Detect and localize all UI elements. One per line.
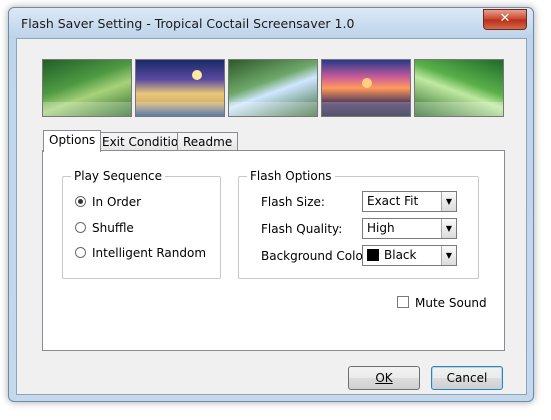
cancel-button[interactable]: Cancel xyxy=(431,366,503,390)
ok-button-label: OK xyxy=(375,371,393,385)
mute-sound-checkbox[interactable]: Mute Sound xyxy=(397,296,487,310)
background-color-select[interactable]: Black ▼ xyxy=(362,245,457,266)
background-color-value-wrap: Black xyxy=(367,248,416,262)
tab-options[interactable]: Options xyxy=(43,130,102,152)
radio-intelligent-random[interactable]: Intelligent Random xyxy=(75,246,206,260)
flash-options-label: Flash Options xyxy=(247,169,335,183)
cancel-button-label: Cancel xyxy=(446,371,488,385)
flash-quality-label: Flash Quality: xyxy=(261,222,343,236)
options-panel: Play Sequence In Order Shuffle Intellige… xyxy=(42,150,505,351)
dialog-window: Flash Saver Setting - Tropical Coctail S… xyxy=(8,7,534,402)
screenshot-banner xyxy=(42,59,504,117)
thumbnail-jungle-waterfall-2 xyxy=(228,59,318,117)
thumbnail-sunset-coast xyxy=(321,59,411,117)
ok-button[interactable]: OK xyxy=(348,366,420,390)
radio-icon[interactable] xyxy=(75,222,86,233)
chevron-down-icon[interactable]: ▼ xyxy=(441,219,456,238)
flash-options-group: Flash Options Flash Size: Exact Fit ▼ Fl… xyxy=(238,169,479,279)
radio-in-order[interactable]: In Order xyxy=(75,195,141,209)
thumbnail-jungle-waterfall xyxy=(42,59,132,117)
radio-selected-icon[interactable] xyxy=(75,196,86,207)
radio-label: Shuffle xyxy=(92,221,134,235)
radio-label: In Order xyxy=(92,195,142,209)
thumbnail-tropical-beach-night xyxy=(135,59,225,117)
flash-size-select[interactable]: Exact Fit ▼ xyxy=(362,191,457,212)
close-button[interactable]: ✕ xyxy=(483,9,527,30)
checkbox-icon[interactable] xyxy=(397,296,409,308)
play-sequence-label: Play Sequence xyxy=(71,169,166,183)
play-sequence-group: Play Sequence In Order Shuffle Intellige… xyxy=(62,169,221,279)
flash-quality-value: High xyxy=(367,221,395,235)
background-color-value: Black xyxy=(384,248,417,262)
chevron-down-icon[interactable]: ▼ xyxy=(441,192,456,211)
flash-size-label: Flash Size: xyxy=(261,195,325,209)
flash-quality-select[interactable]: High ▼ xyxy=(362,218,457,239)
thumbnail-jungle-lagoon xyxy=(414,59,504,117)
tab-readme[interactable]: Readme xyxy=(177,132,239,151)
color-swatch xyxy=(367,249,379,261)
chevron-down-icon[interactable]: ▼ xyxy=(441,246,456,265)
background-color-label: Background Color: xyxy=(261,249,372,263)
title-bar[interactable]: Flash Saver Setting - Tropical Coctail S… xyxy=(9,8,533,38)
close-icon: ✕ xyxy=(499,11,511,26)
mute-sound-label: Mute Sound xyxy=(415,296,487,310)
dialog-client-area: Options Exit Conditions Readme Play Sequ… xyxy=(16,38,527,395)
flash-size-value: Exact Fit xyxy=(367,194,419,208)
radio-icon[interactable] xyxy=(75,247,86,258)
radio-shuffle[interactable]: Shuffle xyxy=(75,221,134,235)
radio-label: Intelligent Random xyxy=(92,246,207,260)
window-title: Flash Saver Setting - Tropical Coctail S… xyxy=(21,16,355,31)
